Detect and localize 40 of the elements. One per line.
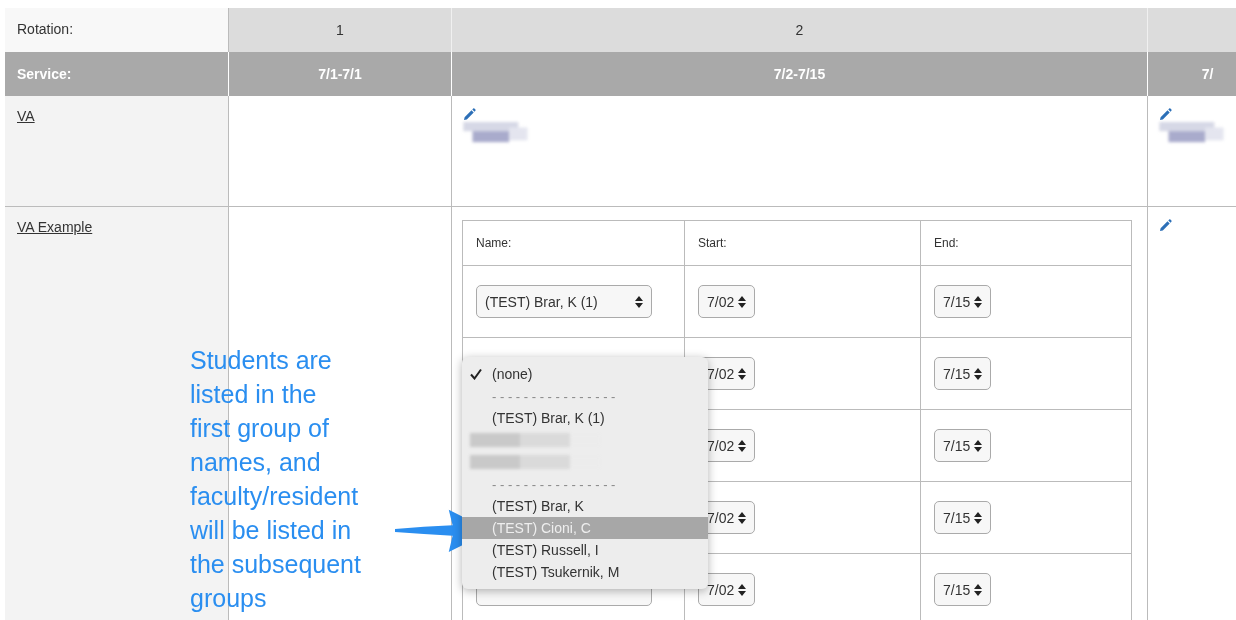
up-down-arrows-icon [974, 583, 983, 596]
checkmark-icon [470, 368, 482, 380]
up-down-arrows-icon [738, 583, 747, 596]
menu-option[interactable]: (TEST) Brar, K (1) [462, 407, 708, 429]
column-header: Name: [476, 236, 512, 250]
end-select[interactable]: 7/15 [934, 357, 992, 390]
annotation-text: Students are listed in the first group of names, and faculty/resident will be listed in the subsequent groups [190, 345, 361, 614]
service-link[interactable]: VA [17, 108, 35, 124]
start-select[interactable]: 7/02 [698, 285, 756, 318]
up-down-arrows-icon [738, 295, 747, 308]
end-select[interactable]: 7/15 [934, 501, 992, 534]
up-down-arrows-icon [635, 295, 643, 308]
service-dates: 7/1-7/1 [318, 66, 362, 82]
menu-separator: - - - - - - - - - - - - - - - - [492, 388, 616, 404]
service-dates: 7/ [1201, 66, 1214, 82]
service-label: Service: [5, 52, 229, 96]
column-header: Start: [698, 236, 727, 250]
up-down-arrows-icon [974, 295, 983, 308]
pencil-icon[interactable] [462, 108, 476, 122]
service-link[interactable]: VA Example [17, 219, 93, 235]
menu-option[interactable]: (TEST) Russell, I [462, 539, 708, 561]
column-header: End: [934, 236, 959, 250]
up-down-arrows-icon [974, 511, 983, 524]
pencil-icon[interactable] [1158, 219, 1172, 233]
service-dates: 7/2-7/15 [773, 66, 826, 82]
menu-separator: - - - - - - - - - - - - - - - - [492, 476, 616, 492]
name-select[interactable]: (TEST) Brar, K (1) [476, 285, 652, 318]
rotation-number: 1 [336, 22, 344, 38]
up-down-arrows-icon [738, 439, 747, 452]
rotation-number: 2 [795, 22, 804, 38]
start-select[interactable]: 7/02 [698, 573, 756, 606]
end-select[interactable]: 7/15 [934, 573, 992, 606]
end-select[interactable]: 7/15 [934, 285, 992, 318]
up-down-arrows-icon [738, 367, 747, 380]
end-select[interactable]: 7/15 [934, 429, 992, 462]
up-down-arrows-icon [974, 367, 983, 380]
rotation-label: Rotation: [5, 8, 229, 52]
up-down-arrows-icon [738, 511, 747, 524]
pencil-icon[interactable] [1158, 108, 1172, 122]
up-down-arrows-icon [974, 439, 983, 452]
